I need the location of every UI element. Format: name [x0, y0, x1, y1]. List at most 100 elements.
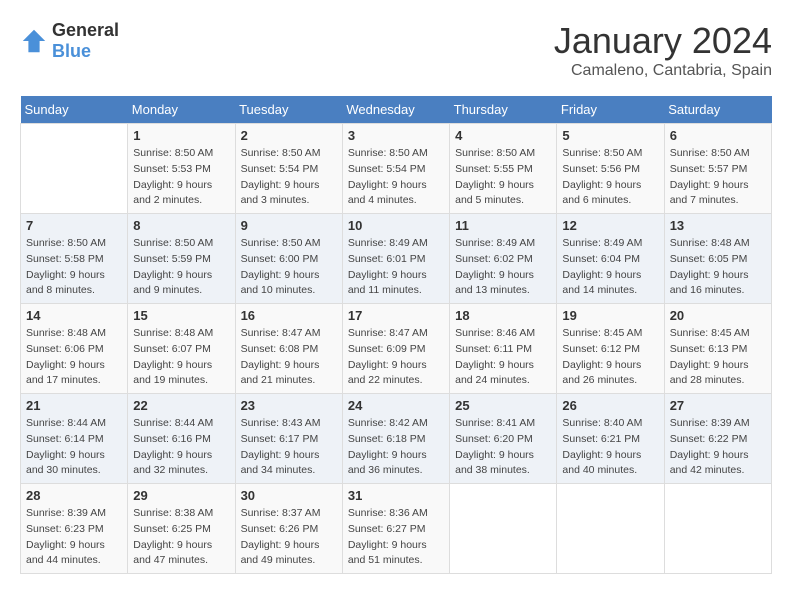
day-info: Sunrise: 8:39 AMSunset: 6:23 PMDaylight:…	[26, 506, 122, 569]
day-info: Sunrise: 8:50 AMSunset: 6:00 PMDaylight:…	[241, 236, 337, 299]
calendar-cell: 10 Sunrise: 8:49 AMSunset: 6:01 PMDayligh…	[342, 214, 449, 304]
day-number: 9	[241, 218, 337, 233]
weekday-header-saturday: Saturday	[664, 96, 771, 124]
weekday-header-friday: Friday	[557, 96, 664, 124]
day-info: Sunrise: 8:45 AMSunset: 6:13 PMDaylight:…	[670, 326, 766, 389]
day-info: Sunrise: 8:40 AMSunset: 6:21 PMDaylight:…	[562, 416, 658, 479]
calendar-cell: 11 Sunrise: 8:49 AMSunset: 6:02 PMDayligh…	[450, 214, 557, 304]
day-info: Sunrise: 8:41 AMSunset: 6:20 PMDaylight:…	[455, 416, 551, 479]
day-number: 19	[562, 308, 658, 323]
day-number: 25	[455, 398, 551, 413]
day-number: 15	[133, 308, 229, 323]
day-number: 1	[133, 128, 229, 143]
calendar-cell: 19 Sunrise: 8:45 AMSunset: 6:12 PMDayligh…	[557, 304, 664, 394]
day-number: 13	[670, 218, 766, 233]
calendar-cell: 1 Sunrise: 8:50 AMSunset: 5:53 PMDaylight…	[128, 124, 235, 214]
day-info: Sunrise: 8:50 AMSunset: 5:58 PMDaylight:…	[26, 236, 122, 299]
calendar-cell	[450, 484, 557, 574]
calendar-cell: 31Sunrise: 8:36 AMSunset: 6:27 PMDayligh…	[342, 484, 449, 574]
location-subtitle: Camaleno, Cantabria, Spain	[554, 62, 772, 80]
weekday-header-tuesday: Tuesday	[235, 96, 342, 124]
weekday-header-monday: Monday	[128, 96, 235, 124]
calendar-cell: 3Sunrise: 8:50 AMSunset: 5:54 PMDaylight…	[342, 124, 449, 214]
day-number: 26	[562, 398, 658, 413]
calendar-cell: 8Sunrise: 8:50 AMSunset: 5:59 PMDaylight…	[128, 214, 235, 304]
day-number: 4	[455, 128, 551, 143]
day-number: 21	[26, 398, 122, 413]
day-number: 17	[348, 308, 444, 323]
day-info: Sunrise: 8:39 AMSunset: 6:22 PMDaylight:…	[670, 416, 766, 479]
day-number: 16	[241, 308, 337, 323]
day-number: 14	[26, 308, 122, 323]
day-info: Sunrise: 8:50 AMSunset: 5:53 PMDaylight:…	[133, 146, 229, 209]
day-info: Sunrise: 8:47 AMSunset: 6:08 PMDaylight:…	[241, 326, 337, 389]
weekday-header-wednesday: Wednesday	[342, 96, 449, 124]
calendar-cell: 15 Sunrise: 8:48 AMSunset: 6:07 PMDayligh…	[128, 304, 235, 394]
calendar-cell: 28 Sunrise: 8:39 AMSunset: 6:23 PMDayligh…	[21, 484, 128, 574]
weekday-header-row: SundayMondayTuesdayWednesdayThursdayFrid…	[21, 96, 772, 124]
day-info: Sunrise: 8:50 AMSunset: 5:55 PMDaylight:…	[455, 146, 551, 209]
logo-blue-text: Blue	[52, 41, 91, 61]
calendar-cell: 9 Sunrise: 8:50 AMSunset: 6:00 PMDaylight…	[235, 214, 342, 304]
calendar-cell: 7 Sunrise: 8:50 AMSunset: 5:58 PMDaylight…	[21, 214, 128, 304]
calendar-cell	[557, 484, 664, 574]
calendar-week-row: 7 Sunrise: 8:50 AMSunset: 5:58 PMDaylight…	[21, 214, 772, 304]
calendar-cell: 16 Sunrise: 8:47 AMSunset: 6:08 PMDayligh…	[235, 304, 342, 394]
day-info: Sunrise: 8:48 AMSunset: 6:07 PMDaylight:…	[133, 326, 229, 389]
day-info: Sunrise: 8:49 AMSunset: 6:01 PMDaylight:…	[348, 236, 444, 299]
month-year-title: January 2024	[554, 20, 772, 62]
day-info: Sunrise: 8:50 AMSunset: 5:57 PMDaylight:…	[670, 146, 766, 209]
calendar-week-row: 14Sunrise: 8:48 AMSunset: 6:06 PMDayligh…	[21, 304, 772, 394]
day-number: 3	[348, 128, 444, 143]
calendar-cell	[664, 484, 771, 574]
day-number: 11	[455, 218, 551, 233]
calendar-week-row: 1 Sunrise: 8:50 AMSunset: 5:53 PMDaylight…	[21, 124, 772, 214]
day-info: Sunrise: 8:43 AMSunset: 6:17 PMDaylight:…	[241, 416, 337, 479]
title-block: January 2024 Camaleno, Cantabria, Spain	[554, 20, 772, 80]
day-number: 7	[26, 218, 122, 233]
day-number: 18	[455, 308, 551, 323]
day-info: Sunrise: 8:45 AMSunset: 6:12 PMDaylight:…	[562, 326, 658, 389]
day-info: Sunrise: 8:49 AMSunset: 6:02 PMDaylight:…	[455, 236, 551, 299]
calendar-cell: 12 Sunrise: 8:49 AMSunset: 6:04 PMDayligh…	[557, 214, 664, 304]
day-info: Sunrise: 8:42 AMSunset: 6:18 PMDaylight:…	[348, 416, 444, 479]
weekday-header-thursday: Thursday	[450, 96, 557, 124]
day-number: 24	[348, 398, 444, 413]
day-number: 27	[670, 398, 766, 413]
day-number: 28	[26, 488, 122, 503]
calendar-cell: 21 Sunrise: 8:44 AMSunset: 6:14 PMDayligh…	[21, 394, 128, 484]
day-number: 2	[241, 128, 337, 143]
calendar-cell: 2 Sunrise: 8:50 AMSunset: 5:54 PMDaylight…	[235, 124, 342, 214]
calendar-week-row: 28 Sunrise: 8:39 AMSunset: 6:23 PMDayligh…	[21, 484, 772, 574]
day-info: Sunrise: 8:37 AMSunset: 6:26 PMDaylight:…	[241, 506, 337, 569]
day-number: 6	[670, 128, 766, 143]
calendar-cell: 27 Sunrise: 8:39 AMSunset: 6:22 PMDayligh…	[664, 394, 771, 484]
calendar-cell: 24 Sunrise: 8:42 AMSunset: 6:18 PMDayligh…	[342, 394, 449, 484]
logo: General Blue	[20, 20, 119, 62]
day-info: Sunrise: 8:36 AMSunset: 6:27 PMDaylight:…	[348, 506, 444, 569]
calendar-cell: 30Sunrise: 8:37 AMSunset: 6:26 PMDayligh…	[235, 484, 342, 574]
day-info: Sunrise: 8:38 AMSunset: 6:25 PMDaylight:…	[133, 506, 229, 569]
day-number: 22	[133, 398, 229, 413]
day-info: Sunrise: 8:50 AMSunset: 5:54 PMDaylight:…	[241, 146, 337, 209]
day-number: 12	[562, 218, 658, 233]
day-number: 5	[562, 128, 658, 143]
calendar-cell: 20Sunrise: 8:45 AMSunset: 6:13 PMDayligh…	[664, 304, 771, 394]
day-info: Sunrise: 8:48 AMSunset: 6:05 PMDaylight:…	[670, 236, 766, 299]
day-info: Sunrise: 8:49 AMSunset: 6:04 PMDaylight:…	[562, 236, 658, 299]
day-number: 29	[133, 488, 229, 503]
logo-icon	[20, 27, 48, 55]
logo-general-text: General	[52, 20, 119, 40]
calendar-cell: 23Sunrise: 8:43 AMSunset: 6:17 PMDayligh…	[235, 394, 342, 484]
day-info: Sunrise: 8:44 AMSunset: 6:16 PMDaylight:…	[133, 416, 229, 479]
calendar-cell: 6 Sunrise: 8:50 AMSunset: 5:57 PMDaylight…	[664, 124, 771, 214]
calendar-cell: 18Sunrise: 8:46 AMSunset: 6:11 PMDayligh…	[450, 304, 557, 394]
day-info: Sunrise: 8:50 AMSunset: 5:56 PMDaylight:…	[562, 146, 658, 209]
day-info: Sunrise: 8:44 AMSunset: 6:14 PMDaylight:…	[26, 416, 122, 479]
calendar-cell: 17Sunrise: 8:47 AMSunset: 6:09 PMDayligh…	[342, 304, 449, 394]
calendar-cell: 29 Sunrise: 8:38 AMSunset: 6:25 PMDayligh…	[128, 484, 235, 574]
day-number: 10	[348, 218, 444, 233]
weekday-header-sunday: Sunday	[21, 96, 128, 124]
calendar-cell: 26 Sunrise: 8:40 AMSunset: 6:21 PMDayligh…	[557, 394, 664, 484]
day-number: 8	[133, 218, 229, 233]
